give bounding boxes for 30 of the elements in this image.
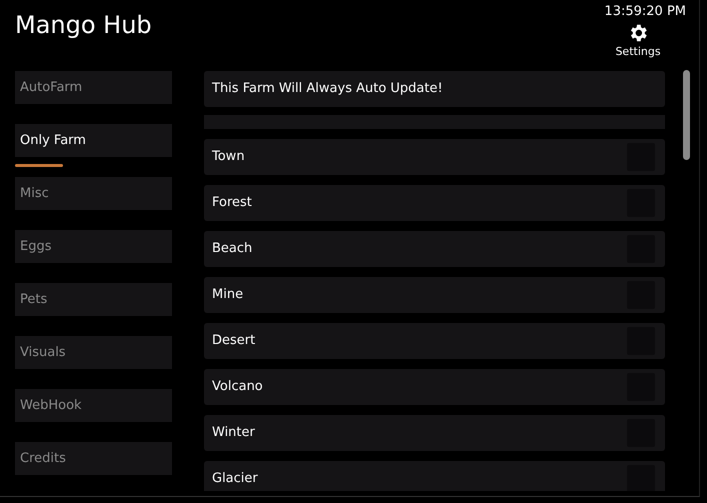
toggle-row[interactable]: Mine	[204, 277, 665, 313]
toggle-label: Winter	[212, 424, 255, 442]
window-title: Mango Hub	[15, 10, 152, 40]
toggle-row[interactable]: Winter	[204, 415, 665, 451]
toggle-label: Mine	[212, 286, 244, 304]
toggle-label: Volcano	[212, 378, 263, 396]
toggle-label: Beach	[212, 240, 252, 258]
notice-label: This Farm Will Always Auto Update!	[204, 71, 665, 107]
sidebar-tab[interactable]: Eggs	[15, 230, 172, 263]
toggle-row[interactable]: Glacier	[204, 461, 665, 491]
toggle-label: Town	[212, 148, 245, 166]
sidebar-tab[interactable]: WebHook	[15, 389, 172, 422]
toggle-label: Forest	[212, 194, 252, 212]
settings-button[interactable]: Settings	[614, 22, 662, 60]
sidebar-tab[interactable]: Pets	[15, 283, 172, 316]
sidebar-tab[interactable]: Misc	[15, 177, 172, 210]
active-indicator	[15, 164, 63, 167]
sidebar-tab[interactable]: Visuals	[15, 336, 172, 369]
toggle-row[interactable]: Volcano	[204, 369, 665, 405]
sidebar-tab[interactable]: Only Farm	[15, 124, 172, 157]
toggle-row[interactable]: Beach	[204, 231, 665, 267]
toggle-row[interactable]: Forest	[204, 185, 665, 221]
sidebar-tab[interactable]: AutoFarm	[15, 71, 172, 104]
scrollbar[interactable]	[683, 70, 690, 160]
sidebar-tab[interactable]: Credits	[15, 442, 172, 475]
clock: 13:59:20 PM	[604, 3, 686, 21]
toggle-row[interactable]: Town	[204, 139, 665, 175]
toggle-label: Desert	[212, 332, 256, 350]
toggle-row[interactable]: Desert	[204, 323, 665, 359]
toggle-label: Glacier	[212, 470, 258, 488]
